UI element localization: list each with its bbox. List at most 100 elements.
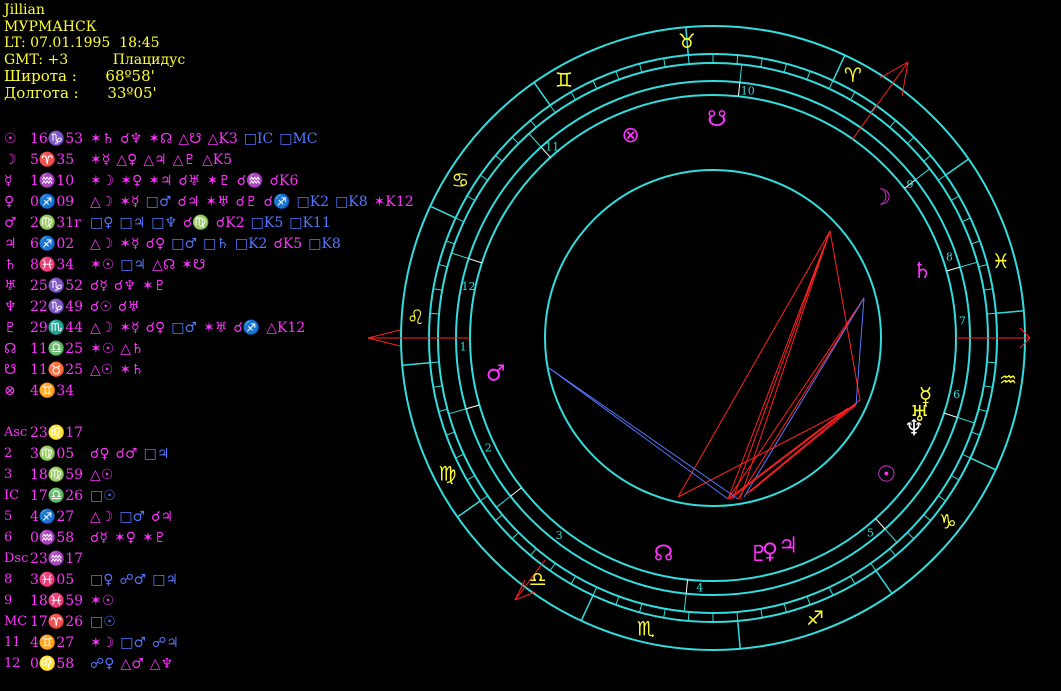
sign-divider	[402, 362, 431, 366]
degree-tick	[639, 603, 643, 613]
degree-tick	[549, 562, 556, 571]
house-cusp-line	[739, 64, 743, 83]
degree-tick	[937, 495, 946, 502]
degree-tick	[615, 70, 620, 80]
degree-tick	[806, 596, 811, 606]
wheel-ring	[469, 94, 957, 582]
sign-divider	[995, 310, 1024, 314]
degree-tick	[978, 264, 988, 268]
zodiac-sign-icon: ♌	[407, 305, 425, 329]
degree-tick	[950, 475, 960, 481]
degree-tick	[433, 385, 443, 388]
degree-tick	[736, 55, 739, 65]
wheel-ring	[437, 62, 989, 614]
degree-tick	[592, 80, 598, 89]
house-cusp-line	[884, 528, 898, 543]
zodiac-sign-icon: ♍	[439, 461, 457, 485]
planet-glyph-icon: ☽	[872, 186, 892, 211]
degree-tick	[986, 361, 996, 364]
degree-tick	[760, 608, 763, 618]
zodiac-sign-icon: ♒	[999, 367, 1017, 391]
degree-tick	[828, 80, 834, 89]
degree-tick	[783, 63, 787, 73]
degree-tick	[495, 514, 503, 521]
sign-divider	[580, 595, 594, 622]
zodiac-sign-icon: ♏	[637, 616, 655, 640]
degree-tick	[663, 608, 666, 618]
house-cusp-tick	[875, 518, 886, 530]
degree-tick	[511, 532, 519, 540]
house-cusp-line	[683, 593, 687, 612]
degree-tick	[850, 91, 856, 101]
house-number: 7	[959, 315, 966, 328]
aspect-line	[548, 367, 739, 500]
house-number: 9	[907, 178, 914, 191]
house-cusp-tick	[465, 404, 480, 410]
planet-glyph-icon: ☋	[707, 107, 727, 132]
degree-tick	[615, 596, 620, 606]
degree-tick	[663, 58, 666, 68]
degree-tick	[570, 91, 576, 101]
degree-tick	[971, 240, 981, 245]
sign-divider	[456, 500, 481, 518]
degree-tick	[971, 431, 981, 436]
degree-tick	[983, 385, 993, 388]
house-cusp-line	[448, 408, 467, 415]
degree-tick	[549, 105, 556, 114]
aspect-line	[737, 297, 865, 500]
degree-tick	[986, 312, 996, 315]
zodiac-sign-icon: ♐	[806, 606, 824, 630]
house-cusp-tick	[737, 82, 741, 97]
degree-tick	[495, 155, 503, 162]
degree-tick	[806, 70, 811, 80]
degree-tick	[962, 217, 971, 223]
degree-tick	[639, 63, 643, 73]
zodiac-sign-icon: ♋	[451, 168, 469, 192]
zodiac-sign-icon: ♊	[555, 68, 573, 92]
aspect-line	[743, 297, 865, 498]
degree-tick	[950, 195, 960, 201]
aspect-line	[829, 230, 861, 401]
degree-tick	[923, 514, 931, 521]
house-number: 5	[867, 526, 874, 539]
degree-tick	[907, 136, 915, 144]
degree-tick	[466, 475, 476, 481]
house-cusp-line	[957, 416, 975, 424]
house-number: 1	[460, 341, 467, 354]
planet-glyph-icon: ♃	[778, 534, 798, 559]
house-number: 3	[556, 529, 563, 542]
house-number: 4	[696, 582, 703, 595]
house-cusp-line	[451, 252, 469, 260]
degree-tick	[923, 155, 931, 162]
house-cusp-tick	[510, 487, 522, 497]
sign-divider	[429, 205, 456, 219]
house-cusp-tick	[946, 266, 961, 272]
degree-tick	[870, 105, 877, 114]
degree-tick	[978, 408, 988, 412]
aspect-line	[727, 297, 865, 500]
degree-tick	[430, 312, 440, 315]
degree-tick	[570, 575, 576, 585]
degree-tick	[783, 603, 787, 613]
house-cusp-line	[959, 261, 978, 268]
house-number: 6	[953, 388, 960, 401]
sign-divider	[945, 158, 970, 176]
degree-tick	[828, 587, 834, 596]
house-cusp-tick	[468, 258, 483, 264]
degree-tick	[870, 562, 877, 571]
degree-tick	[983, 288, 993, 291]
planet-glyph-icon: ⊗	[621, 123, 639, 148]
degree-tick	[480, 174, 489, 181]
degree-tick	[850, 575, 856, 585]
zodiac-sign-icon: ♈	[844, 63, 862, 87]
sign-divider	[737, 620, 741, 649]
zodiac-sign-icon: ♎	[529, 567, 547, 591]
degree-tick	[438, 264, 448, 268]
degree-tick	[530, 120, 537, 128]
planet-glyph-icon: ☿	[919, 384, 933, 409]
house-cusp-line	[528, 133, 542, 148]
house-number: 12	[461, 280, 475, 293]
degree-tick	[433, 288, 443, 291]
degree-tick	[889, 120, 896, 128]
house-cusp-tick	[685, 579, 689, 594]
